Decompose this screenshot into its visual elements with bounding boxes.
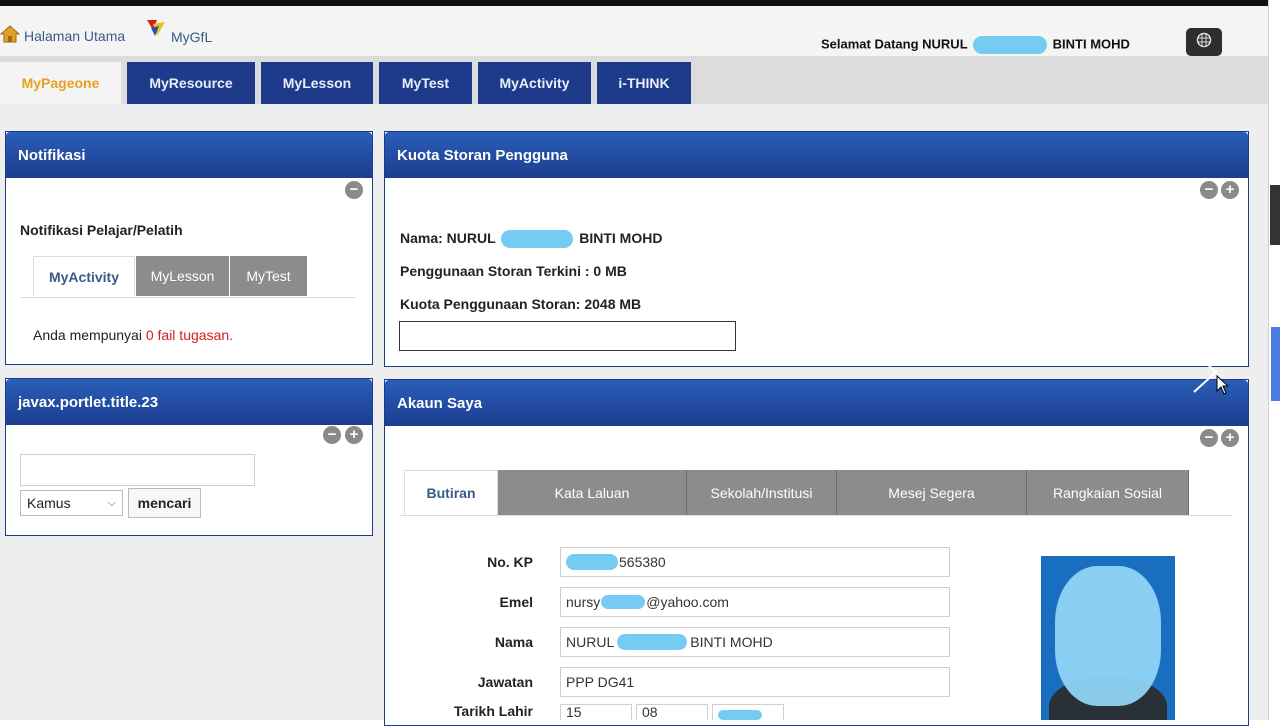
notifikasi-title: Notifikasi [6, 132, 372, 178]
kp-value: 565380 [619, 554, 666, 570]
notifikasi-message: Anda mempunyai 0 fail tugasan. [33, 327, 233, 343]
grid-icon [1196, 32, 1212, 53]
redaction-mark [718, 709, 762, 720]
tarikh-lahir-label: Tarikh Lahir [453, 703, 533, 719]
welcome-text: Selamat Datang NURUL BINTI MOHD [821, 36, 1130, 54]
tab-kata-laluan[interactable]: Kata Laluan [498, 470, 687, 515]
mygfl-logo-icon [145, 18, 167, 41]
chevron-down-icon: ⌵ [107, 496, 116, 509]
minimize-icon[interactable]: − [345, 181, 363, 199]
minimize-icon[interactable]: − [323, 426, 341, 444]
tab-sekolah-institusi[interactable]: Sekolah/Institusi [687, 470, 837, 515]
redaction-mark [566, 554, 618, 570]
emel-prefix: nursy [566, 594, 601, 610]
kamus-select[interactable]: Kamus ⌵ [20, 490, 123, 516]
jawatan-field[interactable]: PPP DG41 [560, 667, 950, 697]
emel-label: Emel [499, 594, 533, 610]
welcome-suffix: BINTI MOHD [1052, 36, 1130, 52]
tab-myactivity[interactable]: MyActivity [478, 62, 591, 104]
kamus-title: javax.portlet.title.23 [6, 379, 372, 425]
lahir-day-field[interactable]: 15 [560, 704, 632, 720]
side-panel-handle[interactable] [1271, 327, 1280, 401]
cursor-icon [1216, 374, 1230, 400]
kp-field[interactable]: 565380 [560, 547, 950, 577]
tab-myresource[interactable]: MyResource [127, 62, 255, 104]
akaun-title: Akaun Saya [385, 380, 1248, 426]
maximize-icon[interactable]: + [1221, 181, 1239, 199]
tab-mypageone[interactable]: MyPageone [0, 62, 121, 104]
mencari-button[interactable]: mencari [128, 488, 201, 518]
nama-suffix: BINTI MOHD [690, 634, 773, 650]
redaction-mark [1055, 566, 1161, 706]
subtab-mylesson[interactable]: MyLesson [136, 256, 229, 296]
storage-progress-bar [399, 321, 736, 351]
minimize-icon[interactable]: − [1200, 181, 1218, 199]
emel-suffix: @yahoo.com [646, 594, 729, 610]
kuota-name-suffix: BINTI MOHD [579, 230, 663, 246]
redaction-mark [973, 36, 1048, 54]
profile-photo [1041, 556, 1175, 720]
tab-mylesson[interactable]: MyLesson [261, 62, 373, 104]
next-arrow-icon[interactable] [1192, 350, 1218, 399]
redaction-mark [617, 634, 688, 650]
kuota-name: Nama: NURUL BINTI MOHD [400, 230, 663, 249]
kp-label: No. KP [487, 554, 533, 570]
lahir-month-field[interactable]: 08 [636, 704, 708, 720]
home-link[interactable]: Halaman Utama [0, 25, 125, 46]
jawatan-value: PPP DG41 [566, 674, 635, 690]
nama-field[interactable]: NURUL BINTI MOHD [560, 627, 950, 657]
subtab-myactivity[interactable]: MyActivity [33, 256, 135, 296]
kuota-title: Kuota Storan Pengguna [385, 132, 1248, 178]
message-highlight: 0 fail tugasan. [145, 327, 234, 343]
tab-mytest[interactable]: MyTest [379, 62, 472, 104]
kamus-search-input[interactable] [20, 454, 255, 486]
mygfl-link[interactable]: MyGfL [145, 18, 212, 45]
screen-button[interactable] [1186, 28, 1222, 56]
lahir-month-value: 08 [642, 704, 658, 720]
subtab-mytest[interactable]: MyTest [230, 256, 307, 296]
jawatan-label: Jawatan [477, 674, 533, 690]
subtab-divider [20, 297, 356, 298]
side-thumbnail [1270, 185, 1280, 245]
redaction-mark [501, 230, 574, 249]
tab-mesej-segera[interactable]: Mesej Segera [837, 470, 1027, 515]
welcome-prefix: Selamat Datang NURUL [821, 36, 968, 52]
notifikasi-subtitle: Notifikasi Pelajar/Pelatih [20, 222, 183, 238]
tab-ithink[interactable]: i-THINK [597, 62, 691, 104]
emel-field[interactable]: nursy @yahoo.com [560, 587, 950, 617]
home-icon [0, 25, 21, 46]
lahir-day-value: 15 [566, 704, 582, 720]
mygfl-label: MyGfL [171, 28, 213, 45]
tab-divider [400, 515, 1232, 516]
redaction-mark [601, 595, 646, 609]
home-label: Halaman Utama [24, 27, 126, 44]
lahir-year-field[interactable] [712, 704, 784, 720]
maximize-icon[interactable]: + [1221, 429, 1239, 447]
maximize-icon[interactable]: + [345, 426, 363, 444]
kamus-select-value: Kamus [27, 495, 71, 511]
minimize-icon[interactable]: − [1200, 429, 1218, 447]
tab-butiran[interactable]: Butiran [404, 470, 498, 515]
storage-quota-text: Kuota Penggunaan Storan: 2048 MB [400, 296, 642, 312]
nama-prefix: NURUL [566, 634, 615, 650]
kuota-name-prefix: Nama: NURUL [400, 230, 496, 246]
tab-rangkaian-sosial[interactable]: Rangkaian Sosial [1027, 470, 1189, 515]
message-prefix: Anda mempunyai [33, 327, 142, 343]
nama-label: Nama [494, 634, 533, 650]
storage-usage-text: Penggunaan Storan Terkini : 0 MB [400, 263, 627, 279]
